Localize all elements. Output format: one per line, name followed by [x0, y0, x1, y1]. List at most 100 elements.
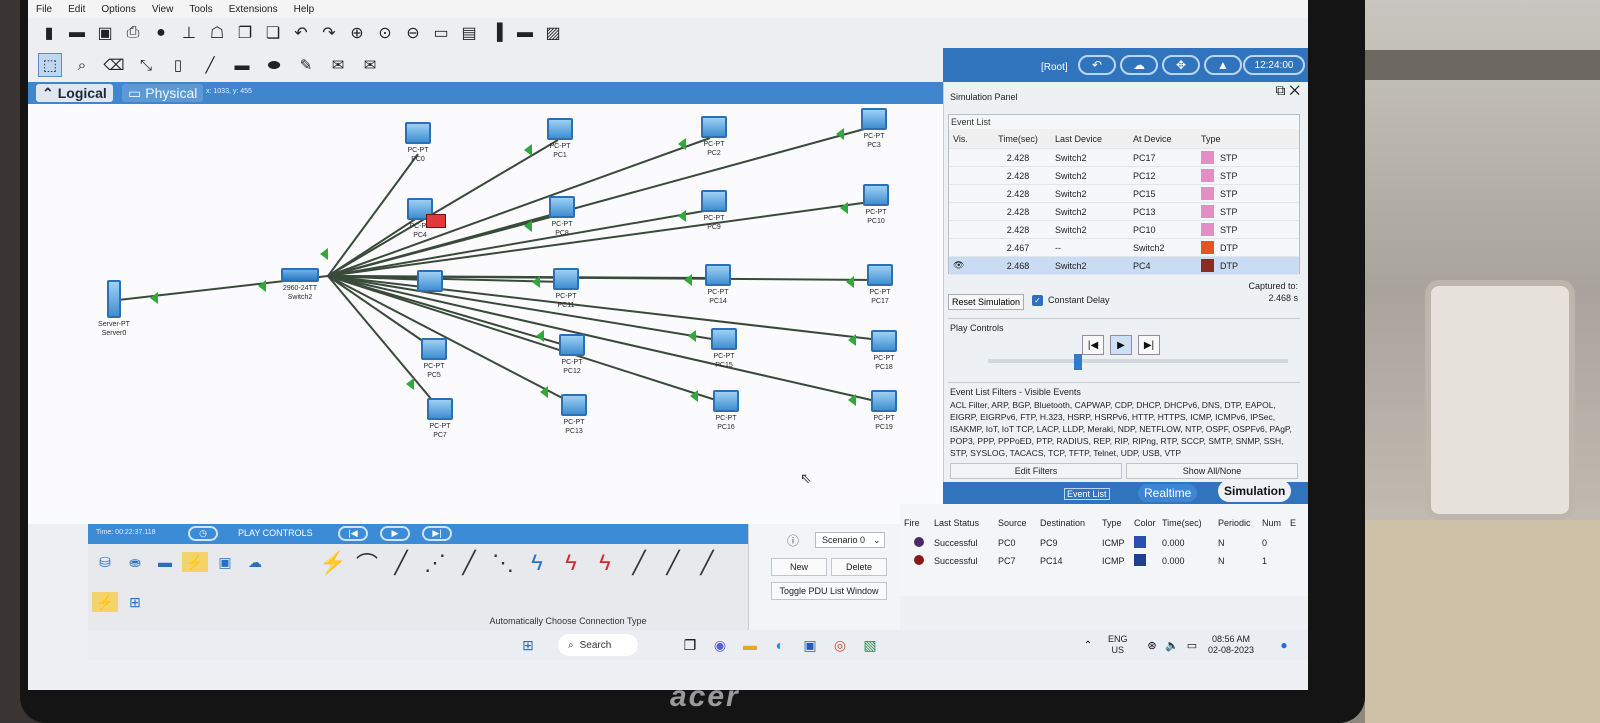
task-view-icon[interactable]: ❐: [680, 636, 700, 654]
serial-dce-icon[interactable]: ϟ: [556, 548, 586, 578]
tray-chevron-icon[interactable]: ⌃: [1078, 636, 1098, 654]
iot-cable-icon[interactable]: ╱: [658, 548, 688, 578]
note-icon[interactable]: ▯: [166, 53, 190, 77]
device-pc17[interactable]: PC-PT PC17: [850, 264, 910, 306]
multiuser-icon[interactable]: ☁: [242, 552, 268, 572]
delete-scenario-button[interactable]: Delete: [831, 558, 887, 576]
auto-connection-icon[interactable]: ⚡: [318, 548, 348, 578]
file-explorer-icon[interactable]: ▬: [740, 636, 760, 654]
grid-icon[interactable]: ⊞: [122, 592, 148, 612]
volume-icon[interactable]: 🔈: [1162, 636, 1182, 654]
fire-dot-icon[interactable]: [914, 537, 924, 547]
misc-icon[interactable]: ▣: [212, 552, 238, 572]
cluster-icon[interactable]: ☁: [1120, 55, 1158, 75]
bottom-step-back-icon[interactable]: |◀: [338, 526, 368, 541]
bottom-step-forward-icon[interactable]: ▶|: [422, 526, 452, 541]
col-type[interactable]: Type: [1201, 134, 1281, 144]
packet-tracer-icon[interactable]: ▧: [860, 636, 880, 654]
col-time[interactable]: Time(sec): [989, 134, 1047, 144]
device-pc11[interactable]: PC-PT PC11: [536, 268, 596, 310]
edge-icon[interactable]: ◐: [770, 636, 790, 654]
battery-icon[interactable]: ▭: [1182, 636, 1202, 654]
device-pc18[interactable]: PC-PT PC18: [854, 330, 914, 372]
wizard-icon[interactable]: ⊥: [178, 22, 200, 44]
menu-options[interactable]: Options: [99, 4, 137, 15]
palette-icon[interactable]: ▤: [458, 22, 480, 44]
tab-physical[interactable]: ▭ Physical: [122, 84, 204, 102]
event-row-selected[interactable]: 👁 2.468 Switch2 PC4 DTP: [949, 257, 1299, 275]
device-pc13[interactable]: PC-PT PC13: [544, 394, 604, 436]
language-indicator[interactable]: ENG US: [1108, 634, 1128, 656]
device-pc6[interactable]: [400, 270, 460, 294]
zoom-reset-icon[interactable]: ⊙: [374, 22, 396, 44]
teams-icon[interactable]: ◉: [710, 636, 730, 654]
move-icon[interactable]: ✥: [1162, 55, 1200, 75]
console-cable-icon[interactable]: ⌒: [352, 548, 382, 578]
complex-pdu-icon[interactable]: ✉: [358, 53, 382, 77]
tab-logical[interactable]: ⌃ Logical: [36, 84, 113, 102]
undo-icon[interactable]: ↶: [290, 22, 312, 44]
device-pc0[interactable]: PC-PT PC0: [388, 122, 448, 164]
pdu-row[interactable]: Successful PC0 PC9 ICMP 0.000 N 0: [900, 534, 1308, 552]
network-devices-icon[interactable]: ⛁: [92, 552, 118, 572]
close-icon[interactable]: ✕: [1289, 82, 1300, 98]
speed-slider[interactable]: [988, 359, 1288, 363]
event-list-toggle[interactable]: Event List: [1064, 488, 1110, 500]
inspect-icon[interactable]: ⌕: [70, 53, 94, 77]
windows-start-icon[interactable]: ⊞: [518, 636, 538, 654]
pdu-envelope-icon[interactable]: [426, 214, 446, 228]
show-all-none-button[interactable]: Show All/None: [1126, 463, 1298, 479]
restore-icon[interactable]: ⧉: [1275, 82, 1285, 98]
simple-pdu-icon[interactable]: ✉: [326, 53, 350, 77]
device-server0[interactable]: Server-PT Server0: [84, 280, 144, 338]
toggle-pdu-list-button[interactable]: Toggle PDU List Window: [771, 582, 887, 600]
select-icon[interactable]: ⬚: [38, 53, 62, 77]
zoom-in-icon[interactable]: ⊕: [346, 22, 368, 44]
device-pc19[interactable]: PC-PT PC19: [854, 390, 914, 432]
window-icon[interactable]: ▭: [430, 22, 452, 44]
octal-icon[interactable]: ╱: [624, 548, 654, 578]
col-at-device[interactable]: At Device: [1129, 134, 1201, 144]
copper-cross-icon[interactable]: ⋰: [420, 548, 450, 578]
device-pc10[interactable]: PC-PT PC10: [846, 184, 906, 226]
freeform-icon[interactable]: ✎: [294, 53, 318, 77]
fire-dot-icon[interactable]: [914, 555, 924, 565]
time-reset-icon[interactable]: ◷: [188, 526, 218, 541]
event-row[interactable]: 2.428 Switch2 PC12 STP: [949, 167, 1299, 185]
copper-straight-icon[interactable]: ╱: [386, 548, 416, 578]
ellipse-icon[interactable]: ⬬: [262, 53, 286, 77]
device-pc1[interactable]: PC-PT PC1: [530, 118, 590, 160]
line-draw-icon[interactable]: ╱: [198, 53, 222, 77]
custom-device-icon[interactable]: ▐: [486, 22, 508, 44]
device-pc5[interactable]: PC-PT PC5: [404, 338, 464, 380]
simulation-mode-button[interactable]: Simulation: [1218, 480, 1292, 502]
new-scenario-button[interactable]: New: [771, 558, 827, 576]
chrome-icon[interactable]: ◎: [830, 636, 850, 654]
serial-dte-icon[interactable]: ϟ: [590, 548, 620, 578]
redo-icon[interactable]: ↷: [318, 22, 340, 44]
menu-file[interactable]: File: [34, 4, 54, 15]
realtime-mode-button[interactable]: Realtime: [1138, 484, 1198, 502]
play-icon[interactable]: ▶: [1110, 335, 1132, 355]
step-forward-icon[interactable]: ▶|: [1138, 335, 1160, 355]
device-pc15[interactable]: PC-PT PC15: [694, 328, 754, 370]
zoom-out-icon[interactable]: ⊖: [402, 22, 424, 44]
constant-delay-checkbox[interactable]: ✓: [1032, 295, 1043, 306]
copy-icon[interactable]: ❐: [234, 22, 256, 44]
print-icon[interactable]: ⎙: [122, 22, 144, 44]
device-pc8[interactable]: PC-PT PC8: [532, 196, 592, 238]
open-folder-icon[interactable]: ▬: [66, 22, 88, 44]
edit-filters-button[interactable]: Edit Filters: [950, 463, 1122, 479]
taskbar-clock[interactable]: 08:56 AM 02-08-2023: [1208, 634, 1254, 656]
bottom-play-icon[interactable]: ▶: [380, 526, 410, 541]
new-file-icon[interactable]: ▮: [38, 22, 60, 44]
coaxial-icon[interactable]: ϟ: [522, 548, 552, 578]
root-label[interactable]: [Root]: [1041, 62, 1068, 73]
save-icon[interactable]: ▣: [94, 22, 116, 44]
reset-simulation-button[interactable]: Reset Simulation: [948, 294, 1025, 310]
device-switch2[interactable]: 2960-24TT Switch2: [270, 268, 330, 302]
device-pc2[interactable]: PC-PT PC2: [684, 116, 744, 158]
device-pc9[interactable]: PC-PT PC9: [684, 190, 744, 232]
resize-icon[interactable]: ⤡: [134, 53, 158, 77]
event-row[interactable]: 2.428 Switch2 PC15 STP: [949, 185, 1299, 203]
